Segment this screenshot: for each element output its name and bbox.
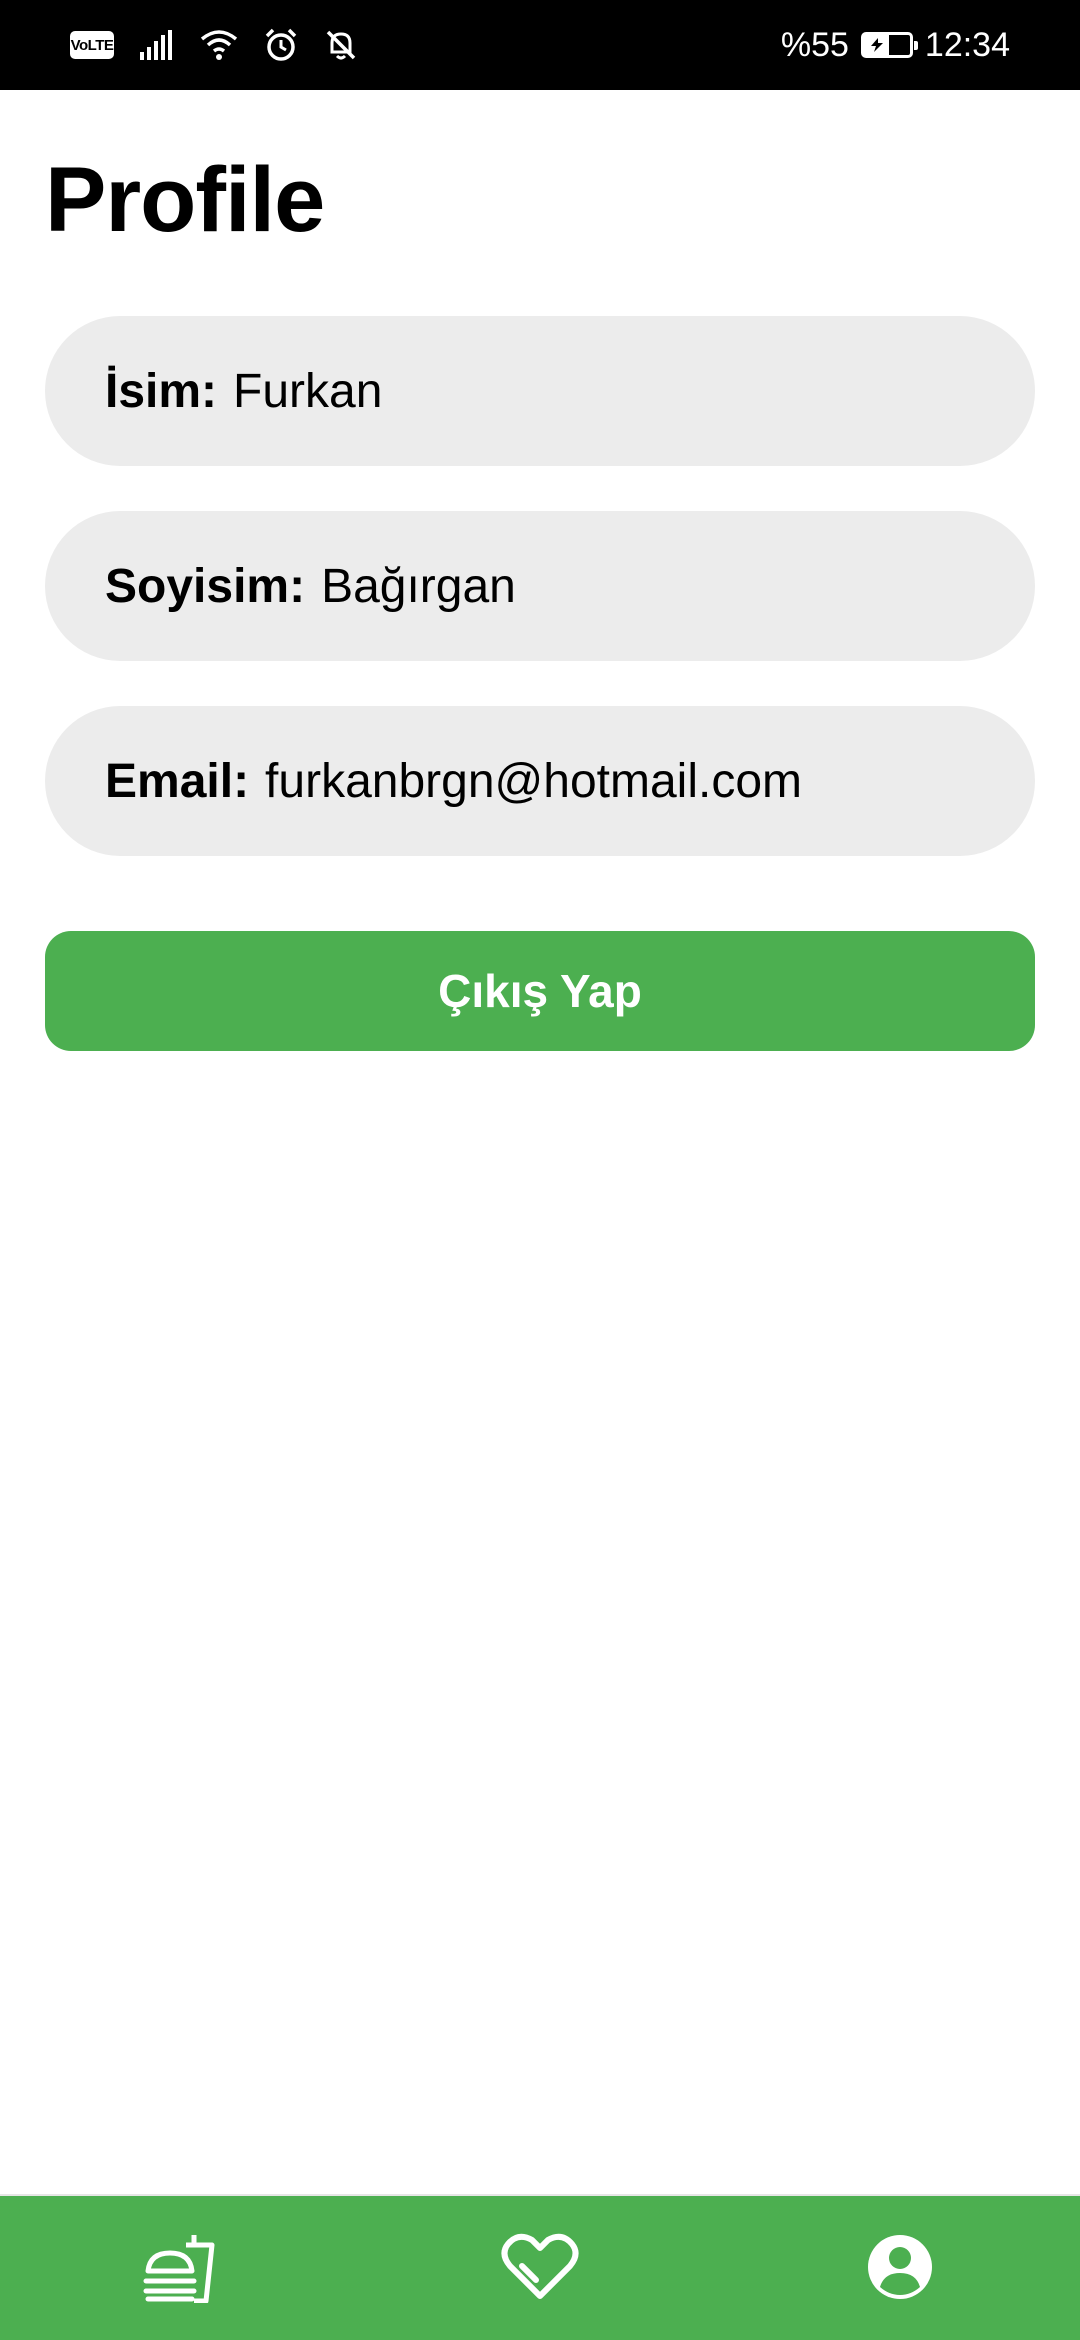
surname-value: Bağırgan: [321, 559, 516, 613]
nav-item-food[interactable]: [110, 2196, 250, 2340]
surname-field: Soyisim: Bağırgan: [45, 511, 1035, 661]
page-title: Profile: [45, 149, 325, 251]
surname-label: Soyisim:: [105, 559, 306, 613]
signal-icon: [140, 30, 174, 60]
bottom-navigation: [0, 2194, 1080, 2340]
nav-item-favorites[interactable]: [470, 2196, 610, 2340]
logout-button[interactable]: Çıkış Yap: [45, 931, 1035, 1051]
email-label: Email:: [105, 754, 250, 808]
profile-screen: VoLTE %55 12:34 Profile İsim: Furkan Soy…: [0, 0, 1080, 2340]
battery-charging-icon: [860, 32, 918, 58]
clock: 12:34: [924, 25, 1010, 64]
name-value: Furkan: [233, 364, 383, 418]
account-circle-icon: [866, 2233, 934, 2306]
status-right-info: %55 12:34: [781, 0, 1010, 90]
volte-badge: VoLTE: [70, 31, 114, 59]
name-label: İsim:: [105, 364, 218, 418]
fastfood-icon: [142, 2231, 218, 2308]
heart-icon: [500, 2232, 580, 2307]
alarm-icon: [264, 28, 298, 62]
status-left-icons: VoLTE: [70, 0, 358, 90]
wifi-icon: [200, 29, 238, 61]
nav-item-profile[interactable]: [830, 2196, 970, 2340]
email-field: Email: furkanbrgn@hotmail.com: [45, 706, 1035, 856]
status-bar: VoLTE %55 12:34: [0, 0, 1080, 90]
name-field: İsim: Furkan: [45, 316, 1035, 466]
battery-percentage: %55: [780, 25, 849, 64]
bell-off-icon: [324, 28, 358, 62]
battery-level-fill: [863, 35, 890, 55]
email-value: furkanbrgn@hotmail.com: [265, 754, 802, 808]
